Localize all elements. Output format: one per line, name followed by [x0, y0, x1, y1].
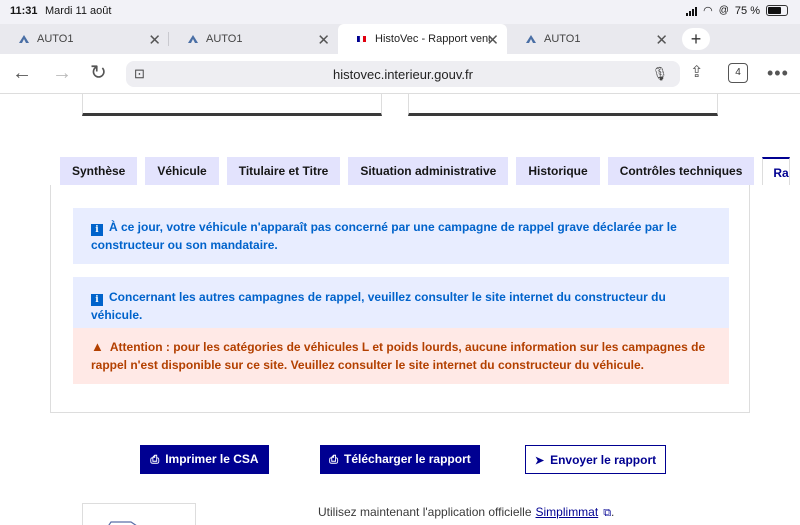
browser-tab[interactable]: AUTO1 ✕ [507, 24, 676, 54]
close-tab-icon[interactable]: ✕ [148, 31, 161, 49]
browser-tab[interactable]: AUTO1 ✕ [169, 24, 338, 54]
warning-alert-text: Attention : pour les catégories de véhic… [91, 340, 706, 372]
send-report-label: Envoyer le rapport [550, 453, 657, 467]
print-csa-label: Imprimer le CSA [165, 452, 259, 466]
external-link-icon[interactable]: ⧉ [603, 507, 611, 519]
warning-icon: ▲ [91, 339, 104, 354]
status-bar: 11:31 Mardi 11 août ◠ @ 75 % [0, 0, 800, 24]
close-tab-icon[interactable]: ✕ [486, 31, 499, 49]
tab-historique[interactable]: Historique [516, 157, 600, 185]
simplimmat-link[interactable]: Simplimmat [536, 505, 599, 519]
more-options-icon[interactable]: ••• [767, 63, 789, 84]
marianne-favicon-icon [357, 35, 366, 43]
info-alert-text: À ce jour, votre véhicule n'apparaît pas… [91, 220, 677, 252]
close-tab-icon[interactable]: ✕ [317, 31, 330, 49]
download-report-label: Télécharger le rapport [344, 452, 471, 466]
status-date: Mardi 11 août [45, 5, 112, 17]
browser-tab-label: AUTO1 [37, 33, 74, 45]
location-icon: @ [718, 5, 729, 16]
send-icon: ➤ [534, 455, 545, 467]
status-time: 11:31 [10, 5, 38, 17]
address-bar[interactable]: ⊡ histovec.interieur.gouv.fr 🎙︎ [126, 61, 680, 87]
previous-card [82, 94, 382, 116]
page-content: Synthèse Véhicule Titulaire et Titre Sit… [0, 94, 800, 525]
rappels-panel: iÀ ce jour, votre véhicule n'apparaît pa… [50, 185, 750, 413]
tab-synthese[interactable]: Synthèse [60, 157, 138, 185]
share-icon[interactable]: ⇪ [690, 62, 703, 84]
new-tab-button[interactable]: + [682, 28, 710, 50]
status-indicators: ◠ @ 75 % [686, 4, 788, 17]
auto1-favicon-icon [188, 35, 198, 43]
wifi-icon: ◠ [703, 5, 713, 17]
warning-alert: ▲ Attention : pour les catégories de véhi… [73, 328, 729, 384]
browser-tab-label: AUTO1 [544, 33, 581, 45]
back-arrow-icon[interactable]: ← [12, 62, 32, 84]
car-icon [108, 521, 137, 525]
tab-vehicule[interactable]: Véhicule [145, 157, 219, 185]
browser-tab[interactable]: AUTO1 ✕ [0, 24, 169, 54]
battery-icon [766, 5, 788, 16]
promo-end: . [611, 505, 615, 519]
microphone-icon[interactable]: 🎙︎ [651, 66, 668, 82]
auto1-favicon-icon [19, 35, 29, 43]
reload-icon[interactable]: ↻ [90, 62, 107, 84]
info-icon: i [91, 294, 103, 306]
tab-controles[interactable]: Contrôles techniques [607, 157, 755, 185]
printer-icon: ⎙ [329, 454, 339, 466]
info-alert-text: Concernant les autres campagnes de rappe… [91, 290, 666, 322]
promo-text: Utilisez maintenant l'application offici… [318, 505, 532, 519]
browser-tab-label: AUTO1 [206, 33, 243, 45]
browser-tab-label: HistoVec - Rapport vend [375, 33, 490, 45]
download-report-button[interactable]: ⎙ Télécharger le rapport [320, 445, 480, 474]
info-icon: i [91, 224, 103, 236]
send-report-button[interactable]: ➤ Envoyer le rapport [525, 445, 666, 474]
tab-rappels[interactable]: Rappels [762, 157, 791, 185]
simplimmat-promo: Utilisez maintenant l'application offici… [318, 505, 614, 520]
print-csa-button[interactable]: ⎙ Imprimer le CSA [140, 445, 269, 474]
signal-icon [686, 6, 698, 16]
url-text[interactable]: histovec.interieur.gouv.fr [126, 67, 680, 82]
browser-toolbar: ← → ↻ ⊡ histovec.interieur.gouv.fr 🎙︎ ⇪ … [0, 54, 800, 94]
battery-percent: 75 % [734, 4, 760, 17]
close-tab-icon[interactable]: ✕ [655, 31, 668, 49]
browser-tab-active[interactable]: HistoVec - Rapport vend ✕ [338, 24, 507, 54]
auto1-favicon-icon [526, 35, 536, 43]
previous-card [408, 94, 718, 116]
info-alert: iÀ ce jour, votre véhicule n'apparaît pa… [73, 208, 729, 264]
tab-titulaire[interactable]: Titulaire et Titre [226, 157, 341, 185]
forward-arrow-icon[interactable]: → [52, 62, 72, 84]
report-tabs: Synthèse Véhicule Titulaire et Titre Sit… [60, 157, 791, 185]
tab-count-button[interactable]: 4 [728, 63, 748, 83]
info-alert: i Concernant les autres campagnes de rapp… [73, 277, 729, 335]
simplimmat-illustration [82, 503, 196, 525]
browser-tab-bar: AUTO1 ✕ AUTO1 ✕ HistoVec - Rapport vend … [0, 24, 800, 54]
printer-icon: ⎙ [150, 454, 160, 466]
tab-situation[interactable]: Situation administrative [348, 157, 509, 185]
